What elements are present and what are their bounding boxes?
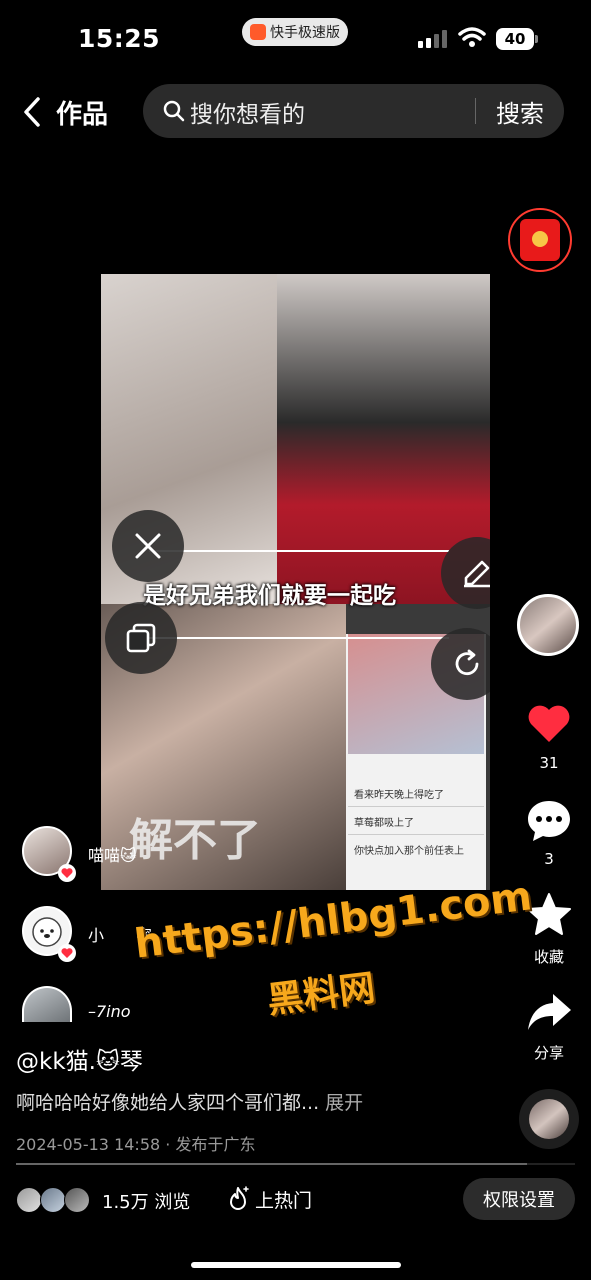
like-count: 31: [539, 754, 559, 772]
delete-handle[interactable]: [112, 510, 184, 582]
heart-badge-icon: [58, 864, 76, 882]
comment-name-3: –7ino: [88, 1002, 131, 1021]
battery-indicator: 40: [496, 28, 534, 50]
heart-badge-icon: [58, 944, 76, 962]
comment-name-1: 喵喵🐱: [88, 846, 137, 865]
red-envelope-button[interactable]: [508, 208, 572, 272]
comment-count: 3: [544, 850, 554, 868]
share-icon[interactable]: [525, 988, 573, 1036]
home-indicator[interactable]: [191, 1262, 401, 1268]
comment-avatar-3[interactable]: [22, 986, 72, 1022]
share-label: 分享: [533, 1044, 564, 1062]
flame-icon: [230, 1186, 249, 1210]
battery-tip: [535, 35, 538, 43]
post-description: 啊哈哈哈好像她给人家四个哥们都... 展开: [16, 1088, 363, 1115]
search-input[interactable]: 搜你想看的: [190, 95, 305, 129]
rotate-icon: [455, 649, 479, 676]
page-title: 作品: [56, 100, 109, 130]
edit-frame-line-bottom: [149, 637, 449, 639]
video-caption: 是好兄弟我们就要一起吃: [143, 583, 396, 609]
video-progress-remaining: [527, 1163, 575, 1165]
search-icon: [163, 100, 185, 122]
status-time: 15:25: [78, 24, 161, 53]
chat-line-3: 你快点加入那个前任表上: [354, 846, 464, 857]
viewer-avatar-3: [64, 1187, 90, 1213]
expand-link[interactable]: 展开: [325, 1092, 363, 1114]
search-divider: [475, 98, 476, 124]
edit-frame-line-top: [149, 550, 449, 552]
viewer-avatar-1: [16, 1187, 42, 1213]
promote-button[interactable]: 上热门: [255, 1186, 312, 1213]
post-date-location: 2024-05-13 14:58 · 发布于广东: [16, 1135, 256, 1154]
search-button[interactable]: 搜索: [496, 94, 544, 129]
video-progress-bar[interactable]: [16, 1163, 527, 1165]
copy-icon: [126, 623, 156, 653]
copy-handle[interactable]: [105, 602, 177, 674]
music-disc[interactable]: [519, 1089, 579, 1149]
permission-settings-button[interactable]: 权限设置: [463, 1178, 575, 1220]
close-icon: [135, 533, 161, 559]
video-bottom-text: 解不了: [129, 815, 261, 866]
post-author[interactable]: @kk猫.🐱琴: [16, 1042, 143, 1076]
red-envelope-icon: [520, 219, 560, 261]
heart-icon[interactable]: [525, 700, 573, 748]
chat-line-2: 草莓都吸上了: [354, 818, 414, 829]
watermark-name: 黑料网: [265, 967, 378, 1022]
pencil-icon: [464, 560, 490, 588]
viewer-avatar-2: [40, 1187, 66, 1213]
author-avatar[interactable]: [517, 594, 579, 656]
kuaishou-logo-icon: [250, 24, 266, 40]
description-text: 啊哈哈哈好像她给人家四个哥们都...: [16, 1092, 320, 1114]
favorite-label: 收藏: [533, 948, 564, 966]
view-count[interactable]: 1.5万 浏览: [102, 1188, 190, 1214]
wifi-icon: [458, 27, 486, 47]
chat-line-1: 看来昨天晚上得吃了: [354, 790, 444, 801]
app-badge[interactable]: 快手极速版: [242, 18, 348, 46]
chevron-left-icon[interactable]: [20, 95, 46, 129]
app-badge-label: 快手极速版: [270, 25, 340, 41]
signal-icon: [418, 30, 447, 48]
comment-icon[interactable]: [525, 797, 573, 845]
video-player[interactable]: 解不了 看来昨天晚上得吃了 草莓都吸上了 你快点加入那个前任表上 是好兄弟我们就…: [101, 274, 490, 890]
